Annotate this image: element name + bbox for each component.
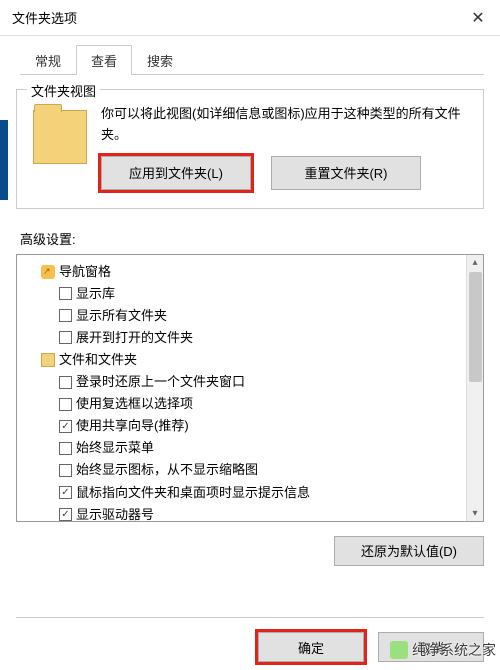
ok-button[interactable]: 确定 bbox=[258, 632, 364, 662]
tree-label: 导航窗格 bbox=[59, 261, 111, 283]
tree-item[interactable]: 登录时还原上一个文件夹窗口 bbox=[25, 371, 477, 393]
nav-pane-icon bbox=[41, 265, 55, 279]
checkbox-checked[interactable]: ✓ bbox=[59, 508, 72, 520]
dialog-window: 文件夹选项 ✕ 常规 查看 搜索 文件夹视图 你可以将此视图(如详细信息或图标)… bbox=[0, 0, 500, 670]
tree-item[interactable]: 显示所有文件夹 bbox=[25, 305, 477, 327]
advanced-settings-tree[interactable]: 导航窗格 显示库 显示所有文件夹 展开到打开的文件夹 文件和文件夹 bbox=[16, 254, 484, 522]
tree-item[interactable]: ✓ 鼠标指向文件夹和桌面项时显示提示信息 bbox=[25, 482, 477, 504]
checkbox-unchecked[interactable] bbox=[59, 287, 72, 300]
tree-label: 始终显示菜单 bbox=[76, 437, 154, 459]
window-title: 文件夹选项 bbox=[12, 8, 77, 27]
tree-label: 登录时还原上一个文件夹窗口 bbox=[76, 371, 245, 393]
tab-search[interactable]: 搜索 bbox=[132, 45, 188, 75]
tree-content: 导航窗格 显示库 显示所有文件夹 展开到打开的文件夹 文件和文件夹 bbox=[17, 255, 483, 521]
tree-item[interactable]: ✓ 使用共享向导(推荐) bbox=[25, 415, 477, 437]
advanced-settings-label: 高级设置: bbox=[20, 229, 484, 248]
checkbox-unchecked[interactable] bbox=[59, 309, 72, 322]
tree-label: 显示驱动器号 bbox=[76, 504, 154, 521]
checkbox-unchecked[interactable] bbox=[59, 442, 72, 455]
tree-label: 显示所有文件夹 bbox=[76, 305, 167, 327]
tab-view[interactable]: 查看 bbox=[76, 45, 132, 75]
tree-item[interactable]: 显示库 bbox=[25, 283, 477, 305]
tree-label: 始终显示图标，从不显示缩略图 bbox=[76, 459, 258, 481]
tree-item[interactable]: 始终显示菜单 bbox=[25, 437, 477, 459]
tree-label: 展开到打开的文件夹 bbox=[76, 327, 193, 349]
watermark-text: 纯净系统之家 bbox=[412, 640, 496, 660]
titlebar: 文件夹选项 ✕ bbox=[0, 0, 500, 36]
checkbox-unchecked[interactable] bbox=[59, 398, 72, 411]
tree-item[interactable]: 展开到打开的文件夹 bbox=[25, 327, 477, 349]
tree-node-files[interactable]: 文件和文件夹 bbox=[25, 349, 477, 371]
checkbox-unchecked[interactable] bbox=[59, 331, 72, 344]
folder-view-description: 你可以将此视图(如详细信息或图标)应用于这种类型的所有文件夹。 bbox=[101, 104, 469, 146]
checkbox-unchecked[interactable] bbox=[59, 464, 72, 477]
folder-icon bbox=[33, 110, 87, 164]
folder-view-group: 文件夹视图 你可以将此视图(如详细信息或图标)应用于这种类型的所有文件夹。 应用… bbox=[16, 89, 484, 209]
folder-view-group-label: 文件夹视图 bbox=[27, 81, 100, 100]
dialog-body: 常规 查看 搜索 文件夹视图 你可以将此视图(如详细信息或图标)应用于这种类型的… bbox=[0, 36, 500, 566]
tree-label: 文件和文件夹 bbox=[59, 349, 137, 371]
tab-bar: 常规 查看 搜索 bbox=[20, 44, 484, 75]
checkbox-unchecked[interactable] bbox=[59, 376, 72, 389]
tree-label: 鼠标指向文件夹和桌面项时显示提示信息 bbox=[76, 482, 310, 504]
tree-label: 使用复选框以选择项 bbox=[76, 393, 193, 415]
watermark-icon bbox=[390, 641, 408, 659]
checkbox-checked[interactable]: ✓ bbox=[59, 420, 72, 433]
checkbox-checked[interactable]: ✓ bbox=[59, 486, 72, 499]
tree-label: 显示库 bbox=[76, 283, 115, 305]
apply-to-folders-button[interactable]: 应用到文件夹(L) bbox=[101, 156, 251, 190]
scrollbar[interactable] bbox=[466, 255, 483, 521]
tree-label: 使用共享向导(推荐) bbox=[76, 415, 189, 437]
scrollbar-thumb[interactable] bbox=[469, 272, 482, 382]
tree-node-nav[interactable]: 导航窗格 bbox=[25, 261, 477, 283]
reset-folders-button[interactable]: 重置文件夹(R) bbox=[271, 156, 421, 190]
folder-node-icon bbox=[41, 353, 55, 367]
tab-general[interactable]: 常规 bbox=[20, 45, 76, 75]
close-button[interactable]: ✕ bbox=[456, 0, 500, 36]
tree-item[interactable]: 使用复选框以选择项 bbox=[25, 393, 477, 415]
watermark: 纯净系统之家 bbox=[390, 640, 496, 660]
tree-item[interactable]: 始终显示图标，从不显示缩略图 bbox=[25, 459, 477, 481]
tree-item[interactable]: ✓ 显示驱动器号 bbox=[25, 504, 477, 521]
restore-defaults-button[interactable]: 还原为默认值(D) bbox=[334, 536, 484, 566]
